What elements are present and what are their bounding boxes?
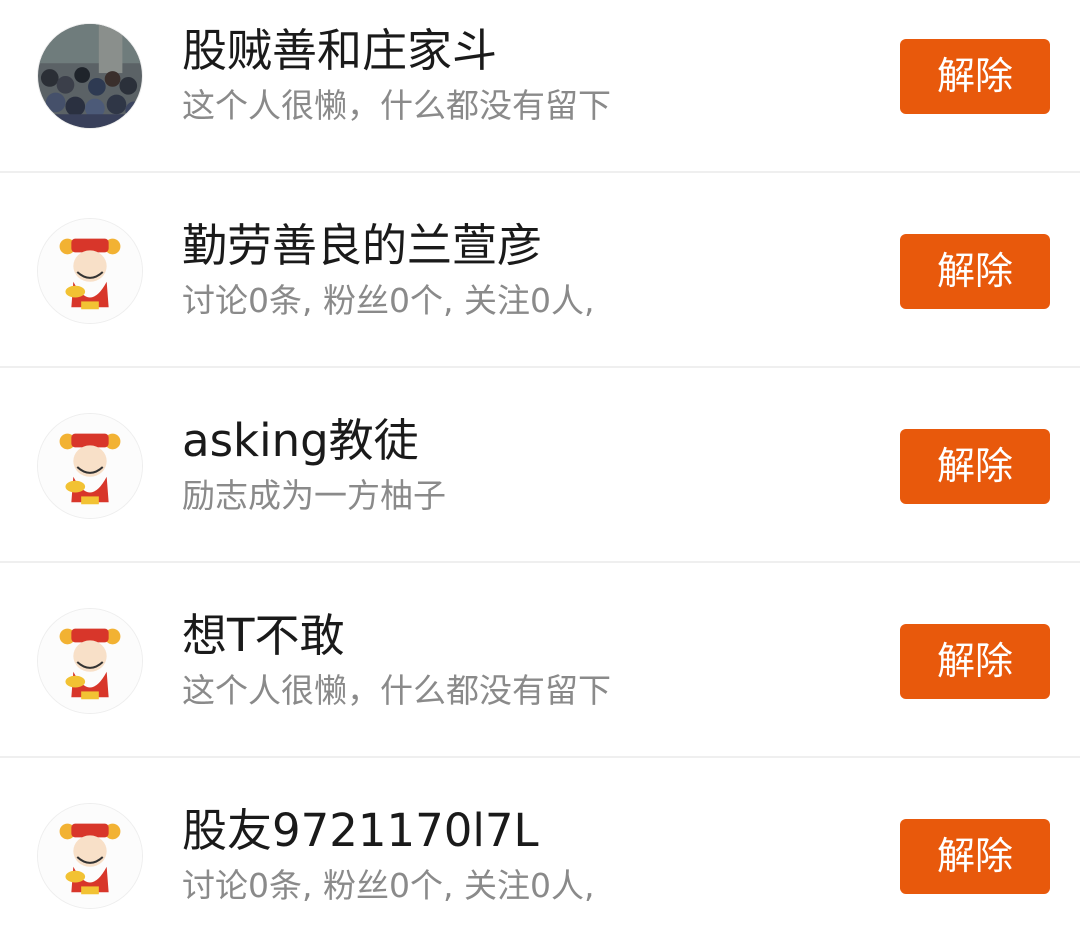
unblock-button[interactable]: 解除 (900, 819, 1050, 894)
unblock-button[interactable]: 解除 (900, 39, 1050, 114)
avatar[interactable] (37, 803, 143, 909)
god-of-wealth-icon (38, 219, 142, 323)
user-description: 这个人很懒，什么都没有留下 (182, 86, 611, 125)
god-of-wealth-icon (38, 609, 142, 713)
list-item[interactable]: asking教徒 励志成为一方柚子 解除 (0, 368, 1080, 563)
user-name: 勤劳善良的兰萱彦 (182, 219, 543, 272)
blocked-user-list: 股贼善和庄家斗 这个人很懒，什么都没有留下 解除 勤劳善良的兰萱彦 讨论0条, … (0, 0, 1080, 935)
user-description: 讨论0条, 粉丝0个, 关注0人, (182, 281, 595, 320)
user-name: 股友9721170l7L (182, 804, 539, 857)
list-item[interactable]: 想T不敢 这个人很懒，什么都没有留下 解除 (0, 563, 1080, 758)
user-description: 这个人很懒，什么都没有留下 (182, 671, 611, 710)
avatar[interactable] (37, 608, 143, 714)
avatar[interactable] (37, 413, 143, 519)
user-name: 想T不敢 (182, 609, 345, 662)
list-item[interactable]: 股友9721170l7L 讨论0条, 粉丝0个, 关注0人, 解除 (0, 758, 1080, 935)
unblock-button[interactable]: 解除 (900, 429, 1050, 504)
user-description: 讨论0条, 粉丝0个, 关注0人, (182, 866, 595, 905)
avatar[interactable] (37, 23, 143, 129)
unblock-button[interactable]: 解除 (900, 624, 1050, 699)
user-name: asking教徒 (182, 414, 419, 467)
god-of-wealth-icon (38, 804, 142, 908)
list-item[interactable]: 勤劳善良的兰萱彦 讨论0条, 粉丝0个, 关注0人, 解除 (0, 173, 1080, 368)
crowd-photo-icon (38, 24, 142, 128)
avatar[interactable] (37, 218, 143, 324)
user-description: 励志成为一方柚子 (182, 476, 446, 515)
unblock-button[interactable]: 解除 (900, 234, 1050, 309)
list-item[interactable]: 股贼善和庄家斗 这个人很懒，什么都没有留下 解除 (0, 0, 1080, 173)
user-name: 股贼善和庄家斗 (182, 24, 498, 77)
god-of-wealth-icon (38, 414, 142, 518)
